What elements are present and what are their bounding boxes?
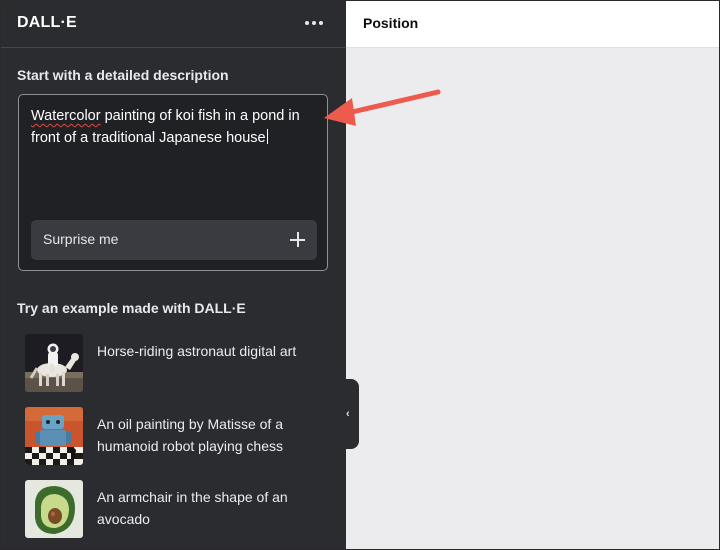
prompt-text[interactable]: Watercolor painting of koi fish in a pon… — [31, 105, 321, 149]
example-item-avocado-chair[interactable]: An armchair in the shape of an avocado — [25, 480, 325, 538]
sidebar-title: DALL·E — [17, 14, 77, 31]
robot-chess-thumbnail — [25, 407, 83, 465]
avocado-chair-thumbnail — [25, 480, 83, 538]
more-options-icon[interactable] — [299, 9, 329, 37]
example-label: An oil painting by Matisse of a humanoid… — [97, 416, 284, 454]
prompt-line2: front of a traditional Japanese house — [31, 130, 266, 146]
dalle-sidebar: DALL·E Start with a detailed description… — [1, 1, 346, 549]
plus-icon — [290, 232, 305, 247]
surprise-me-button[interactable]: Surprise me — [31, 220, 317, 260]
astronaut-thumbnail — [25, 334, 83, 392]
example-item-astronaut[interactable]: Horse-riding astronaut digital art — [25, 334, 325, 392]
surprise-me-label: Surprise me — [43, 231, 119, 247]
position-tab[interactable]: Position — [363, 15, 418, 31]
properties-header: Position — [346, 1, 719, 48]
examples-heading: Try an example made with DALL·E — [17, 300, 246, 316]
example-label: An armchair in the shape of an avocado — [97, 489, 288, 527]
chevron-left-icon: ‹ — [346, 408, 350, 420]
misspelled-word: Watercolor — [31, 108, 101, 124]
properties-panel: Position — [346, 1, 719, 549]
prompt-textarea[interactable]: Watercolor painting of koi fish in a pon… — [18, 94, 328, 271]
collapse-sidebar-handle[interactable]: ‹ — [341, 379, 359, 449]
prompt-line1-rest: painting of koi fish in a pond in — [100, 108, 300, 124]
app-window: DALL·E Start with a detailed description… — [0, 0, 720, 550]
description-heading: Start with a detailed description — [17, 67, 229, 83]
example-label: Horse-riding astronaut digital art — [97, 343, 297, 359]
example-item-robot-chess[interactable]: An oil painting by Matisse of a humanoid… — [25, 407, 325, 465]
sidebar-header: DALL·E — [1, 1, 346, 48]
text-caret — [266, 129, 268, 144]
